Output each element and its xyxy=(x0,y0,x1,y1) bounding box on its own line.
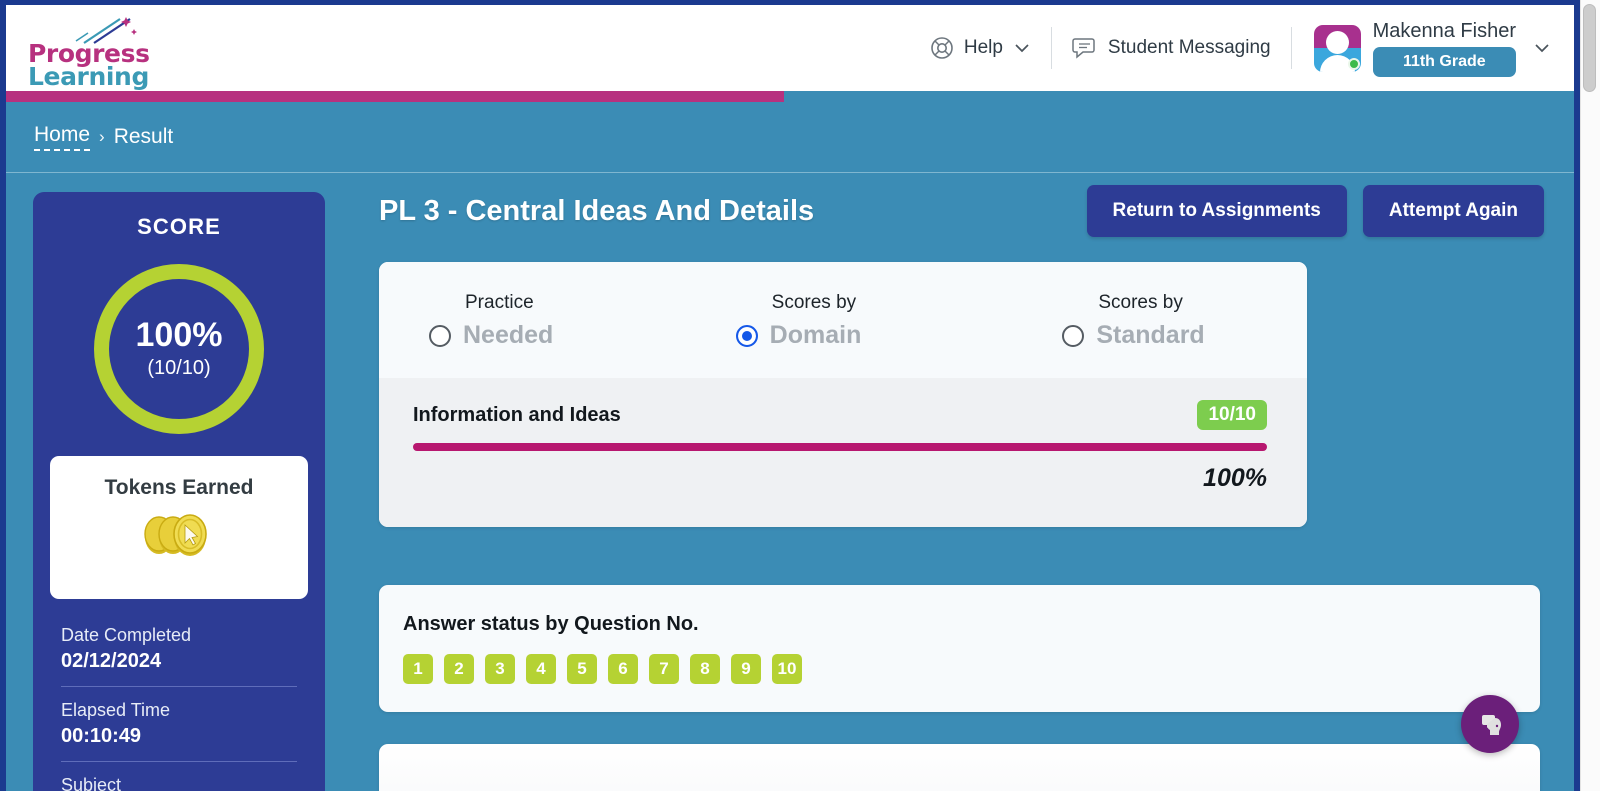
filter-value: Domain xyxy=(769,321,862,349)
breadcrumb-bar: Home › Result xyxy=(6,102,1574,173)
question-badge[interactable]: 2 xyxy=(444,654,474,684)
breadcrumb: Home › Result xyxy=(34,123,173,151)
filter-caption: Scores by xyxy=(1098,292,1183,313)
scores-card: Practice Needed Scores by Domain Scores … xyxy=(379,262,1307,527)
meta-value: 00:10:49 xyxy=(61,725,142,747)
page-scrollbar-track[interactable] xyxy=(1580,0,1600,791)
user-meta: Makenna Fisher 11th Grade xyxy=(1372,19,1516,77)
score-panel-title: SCORE xyxy=(137,214,221,239)
filter-practice-needed[interactable]: Practice Needed xyxy=(379,292,674,350)
meta-row: Date Completed 02/12/2024 xyxy=(61,625,297,687)
student-messaging-button[interactable]: Student Messaging xyxy=(1052,36,1291,60)
avatar xyxy=(1313,24,1361,72)
page-loading-bar xyxy=(6,91,1574,102)
domain-percent-label: 100% xyxy=(1203,464,1267,492)
chevron-down-icon[interactable] xyxy=(1532,38,1552,58)
question-badge[interactable]: 9 xyxy=(731,654,761,684)
attempt-again-button[interactable]: Attempt Again xyxy=(1362,185,1544,237)
meta-row: Subject xyxy=(61,775,297,791)
domain-name: Information and Ideas xyxy=(413,403,621,426)
return-to-assignments-button[interactable]: Return to Assignments xyxy=(1086,185,1347,237)
page-title: PL 3 - Central Ideas And Details xyxy=(379,194,815,227)
user-menu[interactable]: Makenna Fisher 11th Grade xyxy=(1292,20,1552,77)
coins-icon xyxy=(137,512,221,563)
page-scrollbar-thumb[interactable] xyxy=(1583,4,1596,92)
header-actions: Help Student Messaging Makenna Fisher 11… xyxy=(910,5,1552,91)
meta-row: Elapsed Time 00:10:49 xyxy=(61,700,297,762)
help-label: Help xyxy=(963,37,1003,58)
question-badge[interactable]: 4 xyxy=(526,654,556,684)
breadcrumb-current: Result xyxy=(113,125,174,148)
domain-header: Information and Ideas 10/10 xyxy=(413,400,1267,430)
question-badge[interactable]: 3 xyxy=(485,654,515,684)
radio-scores-by-domain[interactable] xyxy=(735,324,758,347)
filter-row[interactable]: Standard xyxy=(1062,321,1205,350)
meta-label: Elapsed Time xyxy=(61,700,171,720)
question-badge[interactable]: 1 xyxy=(403,654,433,684)
browser-viewport: Progress Learning Help Student Messaging… xyxy=(0,0,1600,791)
meta-label: Date Completed xyxy=(61,625,192,645)
filter-caption: Scores by xyxy=(771,292,857,313)
filter-value: Needed xyxy=(463,321,554,349)
student-messaging-label: Student Messaging xyxy=(1107,37,1271,58)
breadcrumb-separator-icon: › xyxy=(99,127,105,146)
score-meta-list: Date Completed 02/12/2024 Elapsed Time 0… xyxy=(61,625,297,791)
score-ring-labels: 100% (10/10) xyxy=(94,264,264,434)
grade-badge: 11th Grade xyxy=(1372,46,1516,77)
domain-progress-track xyxy=(413,443,1267,451)
avatar-head xyxy=(1325,30,1349,54)
chat-bubble-icon xyxy=(1072,36,1098,60)
score-view-filters: Practice Needed Scores by Domain Scores … xyxy=(379,262,1307,378)
filter-caption: Practice xyxy=(465,292,534,313)
score-panel: SCORE 100% (10/10) Tokens Earned Date Co… xyxy=(33,192,325,791)
user-name: Makenna Fisher xyxy=(1372,19,1516,42)
main-column: PL 3 - Central Ideas And Details Return … xyxy=(379,185,1544,791)
filter-value: Standard xyxy=(1096,321,1205,349)
page-content: Progress Learning Help Student Messaging… xyxy=(6,5,1574,791)
question-badge[interactable]: 5 xyxy=(567,654,597,684)
tokens-earned-label: Tokens Earned xyxy=(104,476,254,499)
title-row: PL 3 - Central Ideas And Details Return … xyxy=(379,185,1544,237)
question-badge[interactable]: 7 xyxy=(649,654,679,684)
radio-practice-needed[interactable] xyxy=(429,324,451,347)
additional-results-card xyxy=(379,744,1540,791)
answer-status-title: Answer status by Question No. xyxy=(403,613,699,635)
answer-status-card: Answer status by Question No. 1 2 3 4 5 … xyxy=(379,585,1540,712)
lifebuoy-icon xyxy=(930,36,954,60)
question-number-row: 1 2 3 4 5 6 7 8 9 10 xyxy=(403,654,1540,684)
title-actions: Return to Assignments Attempt Again xyxy=(1086,185,1544,237)
feedback-chat-button[interactable] xyxy=(1461,695,1519,753)
filter-scores-by-standard[interactable]: Scores by Standard xyxy=(980,292,1307,350)
logo-text-learning: Learning xyxy=(28,62,149,91)
filter-scores-by-domain[interactable]: Scores by Domain xyxy=(674,292,981,350)
help-menu[interactable]: Help xyxy=(910,36,1051,60)
app-header: Progress Learning Help Student Messaging… xyxy=(6,5,1574,91)
domain-result-row: Information and Ideas 10/10 100% xyxy=(379,378,1307,527)
breadcrumb-home-link[interactable]: Home xyxy=(34,123,91,151)
chevron-down-icon xyxy=(1013,39,1031,57)
question-badge[interactable]: 8 xyxy=(690,654,720,684)
meta-value: 02/12/2024 xyxy=(61,650,162,672)
domain-score-badge: 10/10 xyxy=(1197,400,1267,430)
tokens-earned-card: Tokens Earned xyxy=(50,456,308,599)
score-percent: 100% xyxy=(135,316,223,354)
score-fraction: (10/10) xyxy=(147,357,211,379)
score-ring: 100% (10/10) xyxy=(94,264,264,434)
progress-learning-logo[interactable]: Progress Learning xyxy=(26,13,166,91)
filter-row[interactable]: Domain xyxy=(735,321,862,350)
filter-row[interactable]: Needed xyxy=(429,321,553,350)
question-badge[interactable]: 10 xyxy=(772,654,802,684)
question-badge[interactable]: 6 xyxy=(608,654,638,684)
meta-label: Subject xyxy=(61,775,122,791)
feedback-head-icon xyxy=(1475,709,1505,739)
page-loading-bar-fill xyxy=(6,91,784,102)
domain-progress-fill xyxy=(413,443,1267,451)
radio-scores-by-standard[interactable] xyxy=(1062,324,1085,347)
online-status-dot xyxy=(1347,57,1360,70)
